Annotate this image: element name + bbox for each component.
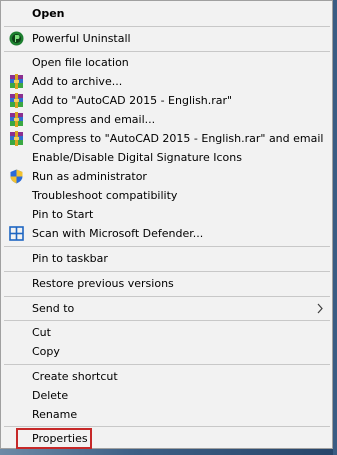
menu-item-compress-to-rar-email[interactable]: Compress to "AutoCAD 2015 - English.rar"… — [3, 129, 330, 148]
menu-item-create-shortcut[interactable]: Create shortcut — [3, 367, 330, 386]
menu-item-add-to-archive[interactable]: Add to archive... — [3, 72, 330, 91]
winrar-icon — [9, 112, 24, 127]
menu-separator — [4, 26, 330, 27]
menu-separator — [4, 296, 330, 297]
menu-item-troubleshoot[interactable]: Troubleshoot compatibility — [3, 186, 330, 205]
menu-separator — [4, 364, 330, 365]
menu-item-label: Copy — [32, 345, 60, 358]
menu-item-restore-versions[interactable]: Restore previous versions — [3, 274, 330, 293]
menu-item-label: Rename — [32, 408, 78, 421]
menu-separator — [4, 246, 330, 247]
menu-item-label: Compress and email... — [32, 113, 156, 126]
menu-item-label: Troubleshoot compatibility — [32, 189, 178, 202]
menu-item-label: Compress to "AutoCAD 2015 - English.rar"… — [32, 132, 324, 145]
menu-item-copy[interactable]: Copy — [3, 342, 330, 361]
menu-item-digital-signature[interactable]: Enable/Disable Digital Signature Icons — [3, 148, 330, 167]
desktop-background — [0, 448, 337, 455]
desktop-background-edge — [333, 0, 337, 455]
menu-item-open-file-location[interactable]: Open file location — [3, 53, 330, 72]
winrar-icon — [9, 131, 24, 146]
menu-item-run-as-admin[interactable]: Run as administrator — [3, 167, 330, 186]
menu-item-cut[interactable]: Cut — [3, 323, 330, 342]
menu-item-label: Create shortcut — [32, 370, 118, 383]
menu-item-pin-to-taskbar[interactable]: Pin to taskbar — [3, 249, 330, 268]
menu-separator — [4, 320, 330, 321]
uac-shield-icon — [9, 169, 24, 184]
menu-item-label: Scan with Microsoft Defender... — [32, 227, 204, 240]
menu-item-pin-to-start[interactable]: Pin to Start — [3, 205, 330, 224]
highlight-annotation — [16, 428, 92, 449]
menu-item-label: Add to "AutoCAD 2015 - English.rar" — [32, 94, 233, 107]
menu-item-label: Open file location — [32, 56, 129, 69]
defender-icon — [9, 226, 24, 241]
menu-item-open[interactable]: Open — [3, 4, 330, 23]
menu-item-label: Powerful Uninstall — [32, 32, 131, 45]
menu-item-delete[interactable]: Delete — [3, 386, 330, 405]
menu-item-send-to[interactable]: Send to — [3, 299, 330, 318]
menu-item-powerful-uninstall[interactable]: Powerful Uninstall — [3, 29, 330, 48]
menu-item-label: Send to — [32, 302, 75, 315]
menu-item-add-to-rar[interactable]: Add to "AutoCAD 2015 - English.rar" — [3, 91, 330, 110]
menu-item-label: Open — [32, 7, 65, 20]
menu-item-label: Pin to Start — [32, 208, 94, 221]
menu-item-label: Enable/Disable Digital Signature Icons — [32, 151, 242, 164]
menu-separator — [4, 426, 330, 427]
winrar-icon — [9, 74, 24, 89]
menu-item-label: Cut — [32, 326, 51, 339]
menu-item-label: Pin to taskbar — [32, 252, 108, 265]
menu-item-rename[interactable]: Rename — [3, 405, 330, 424]
menu-separator — [4, 51, 330, 52]
menu-item-label: Delete — [32, 389, 69, 402]
menu-separator — [4, 271, 330, 272]
menu-item-label: Run as administrator — [32, 170, 147, 183]
menu-item-label: Add to archive... — [32, 75, 123, 88]
menu-item-compress-email[interactable]: Compress and email... — [3, 110, 330, 129]
context-menu: Open Powerful Uninstall Open file locati… — [0, 0, 333, 449]
menu-item-scan-defender[interactable]: Scan with Microsoft Defender... — [3, 224, 330, 243]
menu-item-label: Restore previous versions — [32, 277, 174, 290]
winrar-icon — [9, 93, 24, 108]
powerful-uninstall-icon — [9, 31, 24, 46]
